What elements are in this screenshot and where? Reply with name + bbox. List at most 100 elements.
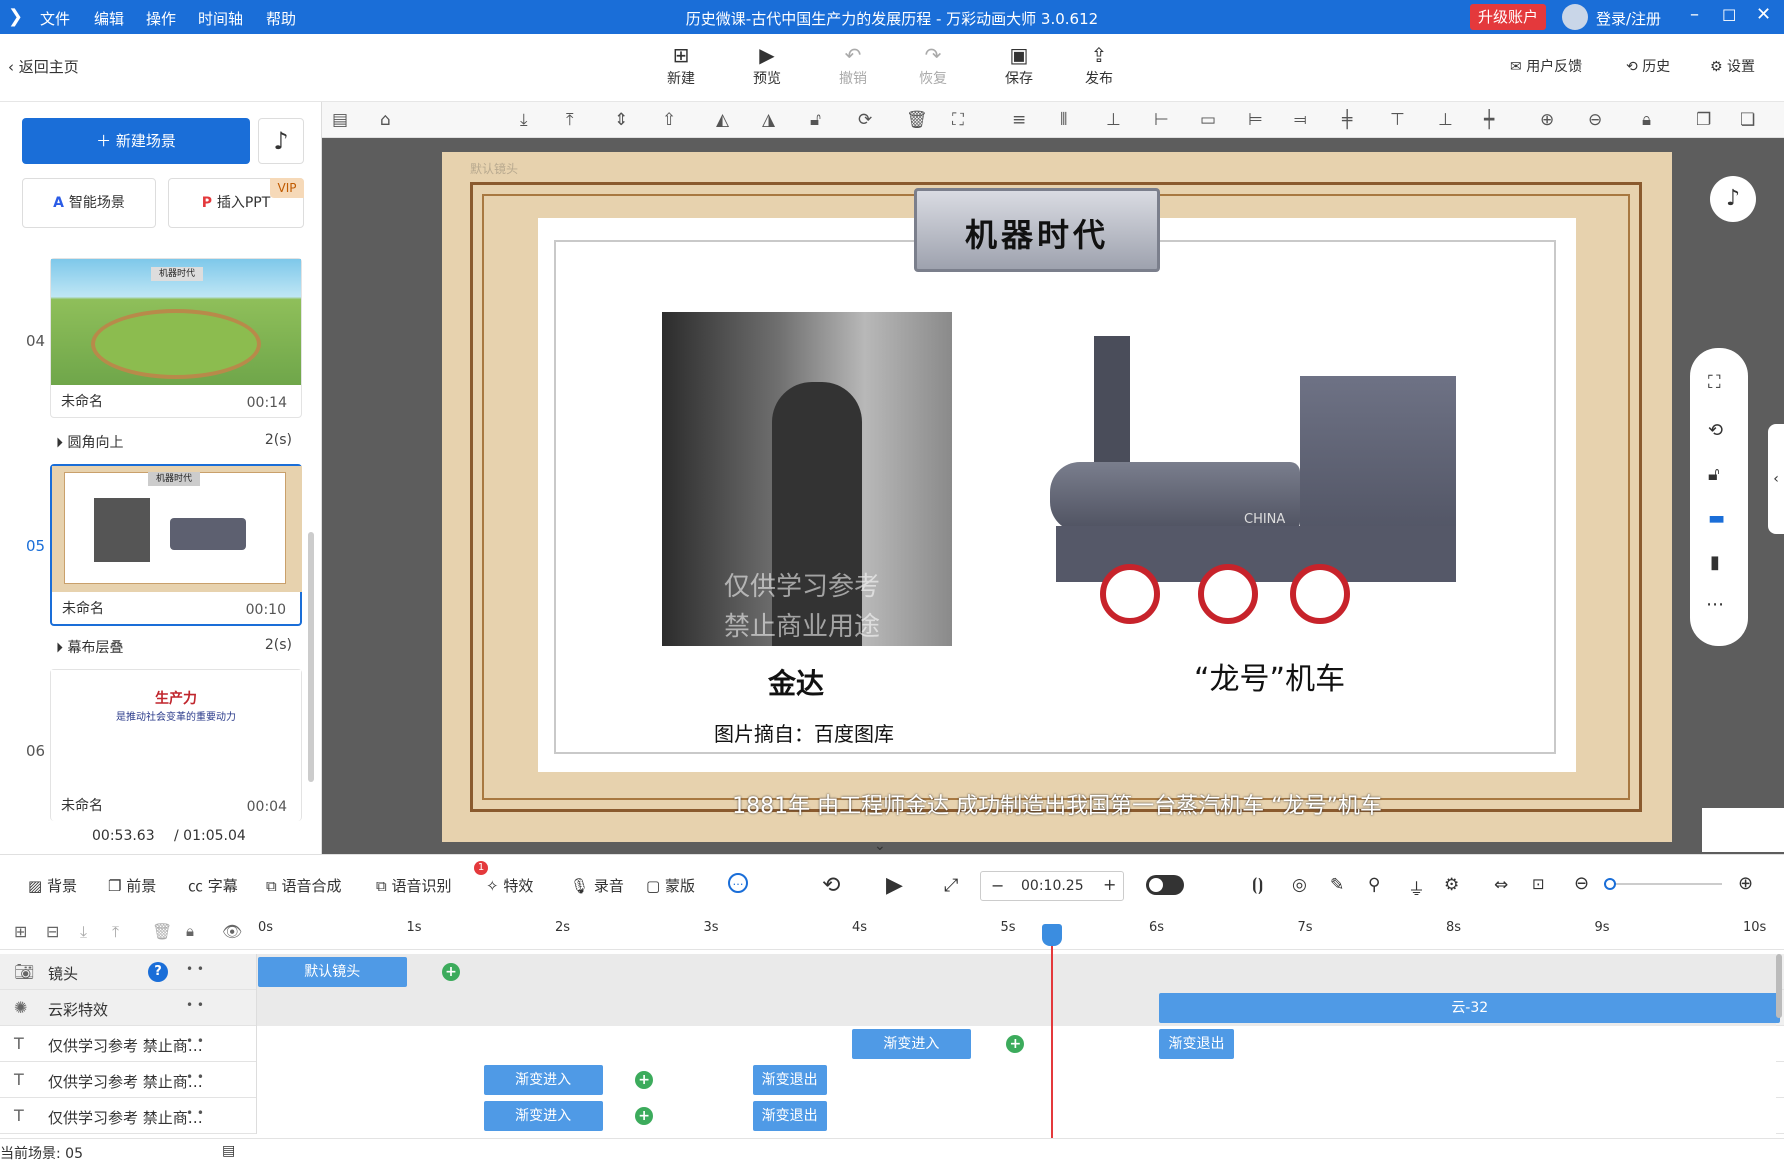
timeline-clip[interactable]: 渐变退出	[1159, 1029, 1234, 1059]
landscape-icon[interactable]: ▬	[1708, 508, 1725, 529]
upgrade-button[interactable]: 升级账户	[1470, 4, 1546, 30]
timeline-track[interactable]: T 仅供学习参考 禁止商… • • 渐变进入 渐变退出 +	[0, 1098, 1784, 1134]
publish-button[interactable]: ⇪ 发布	[1069, 42, 1129, 88]
undo-button[interactable]: ↶ 撤销	[823, 42, 883, 88]
path-icon[interactable]: ⚲	[1368, 875, 1380, 895]
plus-icon[interactable]: +	[1103, 875, 1116, 894]
zoom-in-timeline-icon[interactable]: ⊕	[1738, 873, 1753, 894]
loop-toggle[interactable]	[1146, 875, 1184, 895]
delete-layer-icon[interactable]: 🗑︎	[152, 922, 172, 941]
feedback-link[interactable]: ✉ 用户反馈	[1510, 56, 1582, 76]
record-button[interactable]: 🎙︎ 录音	[570, 875, 624, 896]
playhead[interactable]	[1051, 924, 1054, 1164]
add-folder-icon[interactable]: ⊟	[46, 922, 59, 941]
more-icon[interactable]: ⋯	[1706, 594, 1724, 615]
align-left-icon[interactable]: ⊨	[1248, 110, 1263, 130]
flip-horizontal-icon[interactable]: ◭	[716, 110, 729, 130]
speech-recognition-button[interactable]: ⧉ 语音识别	[376, 875, 452, 896]
minimap-thumbnail[interactable]	[1702, 808, 1784, 852]
timeline-track[interactable]: 📷︎ 镜头 • •? 默认镜头 +	[0, 954, 1784, 990]
avatar[interactable]	[1562, 4, 1588, 30]
portrait-icon[interactable]: ▮	[1710, 552, 1720, 573]
unlock-icon[interactable]: 🔓︎	[1708, 464, 1720, 485]
align-hcenter-icon[interactable]: ╪	[1342, 110, 1352, 130]
smart-scene-button[interactable]: A 智能场景	[22, 178, 156, 228]
align-bottom-icon[interactable]: ⤓	[520, 110, 528, 130]
filter-icon[interactable]: ⏚	[1408, 875, 1425, 900]
close-icon[interactable]: ✕	[1756, 4, 1771, 25]
copy-icon[interactable]: ❐	[1696, 110, 1711, 130]
timeline-clip[interactable]: 渐变退出	[752, 1101, 827, 1131]
maximize-icon[interactable]: ☐	[1722, 6, 1736, 25]
timeline-clip[interactable]: 渐变进入	[852, 1029, 971, 1059]
timeline-clip[interactable]: 渐变退出	[752, 1065, 827, 1095]
music-float-button[interactable]: ♪	[1710, 176, 1756, 222]
space-v-icon[interactable]: ⊥	[1106, 110, 1121, 130]
new-button[interactable]: ⊞ 新建	[651, 42, 711, 88]
timeline-track[interactable]: T 仅供学习参考 禁止商… • • 渐变进入 渐变退出 +	[0, 1062, 1784, 1098]
track-visibility-dots[interactable]: • •	[186, 962, 204, 976]
play-icon[interactable]: ▶	[886, 873, 903, 898]
minimize-icon[interactable]: –	[1690, 4, 1699, 25]
lock-layer-icon[interactable]: 🔒︎	[186, 922, 194, 940]
timeline-vscroll[interactable]	[1776, 954, 1782, 1018]
camera-icon[interactable]: ◎	[1292, 875, 1307, 895]
collapse-arrow-icon[interactable]: ⌄	[874, 838, 886, 854]
eye-icon[interactable]: 👁︎	[222, 922, 242, 941]
distribute-v-icon[interactable]: ⦀	[1060, 110, 1067, 130]
history-link[interactable]: ⟲ 历史	[1626, 56, 1670, 76]
minus-icon[interactable]: −	[991, 876, 1004, 895]
save-button[interactable]: ▣ 保存	[989, 42, 1049, 88]
more-options-icon[interactable]: …	[728, 873, 748, 893]
stage-canvas[interactable]: 默认镜头 机器时代 仅供学习参考 禁止商业用途 金达 图片摘自：百度图库 CHI…	[442, 152, 1672, 842]
playhead-handle[interactable]	[1042, 924, 1063, 946]
timeline-track[interactable]: T 仅供学习参考 禁止商… • • 渐变进入 渐变退出 +	[0, 1026, 1784, 1062]
tts-button[interactable]: ⧉ 语音合成	[266, 875, 342, 896]
fit-width-icon[interactable]: ⇔	[1494, 875, 1508, 895]
scene-card-04[interactable]: 机器时代 未命名 00:14	[50, 258, 302, 418]
timeline-clip[interactable]: 渐变进入	[483, 1101, 603, 1131]
subtitle-button[interactable]: ㏄ 字幕	[188, 875, 238, 896]
move-up-icon[interactable]: ⤒	[112, 922, 119, 942]
redo-button[interactable]: ↷ 恢复	[903, 42, 963, 88]
fullscreen-icon[interactable]: ⛶	[1708, 372, 1721, 393]
track-visibility-dots[interactable]: • •	[186, 998, 204, 1012]
format-brush-icon[interactable]: ▤	[332, 110, 348, 130]
space-h-icon[interactable]: ⊢	[1154, 110, 1169, 130]
align-top-edge-icon[interactable]: ⊤	[1390, 110, 1405, 130]
new-scene-button[interactable]: ＋ 新建场景	[22, 118, 250, 164]
same-width-icon[interactable]: ▭	[1200, 110, 1216, 130]
mask-button[interactable]: ▢ 蒙版	[646, 875, 695, 896]
replay-icon[interactable]: ⟲	[822, 873, 840, 898]
login-link[interactable]: 登录/注册	[1596, 8, 1661, 29]
lock-icon[interactable]: 🔓︎	[810, 110, 821, 130]
lock-canvas-icon[interactable]: 🔒︎	[1642, 110, 1651, 130]
home-icon[interactable]: ⌂	[380, 110, 391, 130]
keyframe-add-icon[interactable]: +	[635, 1071, 654, 1089]
flip-vertical-icon[interactable]: ◮	[762, 110, 775, 130]
transition-item[interactable]: ⏵ 圆角向上 2(s)	[56, 432, 292, 452]
zoom-slider-thumb[interactable]	[1604, 878, 1616, 890]
distribute-h-icon[interactable]: ≡	[1012, 110, 1026, 130]
fit-icon[interactable]: ⛶	[952, 110, 964, 130]
frame-icon[interactable]: ⦗⦘	[1252, 875, 1263, 895]
track-area[interactable]	[256, 954, 1776, 990]
timeline-track[interactable]: ✺ 云彩特效 • • 云-32	[0, 990, 1784, 1026]
scene-card-06[interactable]: 生产力 是推动社会变革的重要动力 未命名 00:04	[50, 669, 302, 821]
rotate-device-icon[interactable]: ⟲	[1708, 420, 1723, 441]
music-button[interactable]: ♪	[258, 118, 304, 164]
zoom-out-icon[interactable]: ⊖	[1588, 110, 1602, 130]
timeline-clip[interactable]: 云-32	[1159, 993, 1781, 1023]
track-visibility-dots[interactable]: • •	[186, 1034, 204, 1048]
zoom-slider[interactable]	[1604, 878, 1722, 890]
keyframe-add-icon[interactable]: +	[442, 963, 461, 981]
align-vcenter-icon[interactable]: ┿	[1484, 110, 1494, 130]
zoom-in-icon[interactable]: ⊕	[1540, 110, 1554, 130]
status-icon[interactable]: ▤	[222, 1143, 235, 1159]
time-stepper[interactable]: − 00:10.25 +	[980, 871, 1124, 901]
foreground-button[interactable]: ❐ 前景	[108, 875, 156, 896]
rotate-icon[interactable]: ⟳	[858, 110, 872, 130]
panel-scrollbar[interactable]	[308, 532, 314, 782]
move-down-icon[interactable]: ⤓	[80, 922, 87, 942]
keyframe-add-icon[interactable]: +	[635, 1107, 654, 1125]
